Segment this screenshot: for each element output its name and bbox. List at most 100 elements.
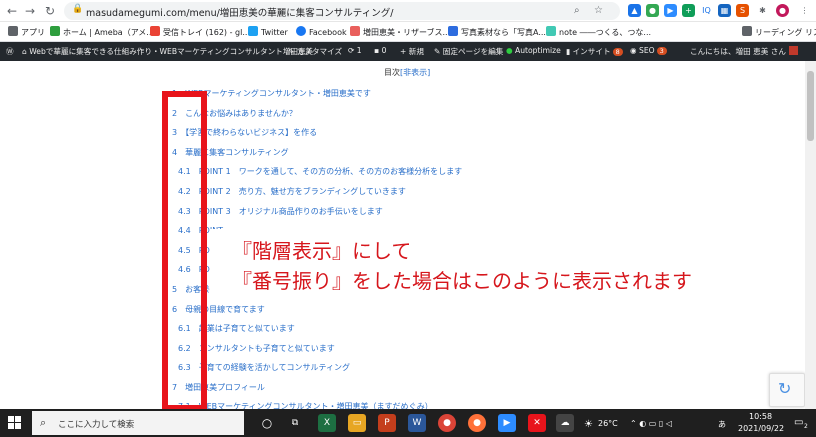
wp-seo[interactable]: ◉ SEO 3 (630, 46, 667, 55)
bookmark-note[interactable]: note ――つくる、つな... (546, 26, 651, 38)
excel-icon[interactable]: X (318, 414, 336, 432)
status-dot-icon: ● (506, 46, 516, 55)
insight-badge: 8 (612, 48, 623, 56)
wp-customize[interactable]: ✎ カスタマイズ (288, 46, 342, 57)
bookmark-star-icon[interactable]: ☆ (594, 5, 603, 16)
wp-admin-bar: Ⓦ ⌂ Webで華麗に集客できる仕組み作り・WEBマーケティングコンサルタント増… (0, 42, 816, 61)
forward-arrow-icon[interactable]: → (22, 3, 38, 19)
bookmark-gmail[interactable]: 受信トレイ (162) - gl... (150, 26, 250, 38)
comment-icon: ▪ (374, 46, 382, 55)
taskbar-search[interactable]: ⌕ ここに入力して検索 (32, 411, 244, 435)
lock-icon: 🔒 (72, 4, 84, 14)
seo-badge: 3 (656, 47, 667, 55)
apps-grid-icon (8, 26, 18, 36)
seo-icon: ◉ (630, 46, 640, 55)
file-explorer-icon[interactable]: ▭ (348, 414, 366, 432)
windows-taskbar: ⌕ ここに入力して検索 ○ ⧉ X ▭ P W ● ● ▶ ✕ ☁ ☀ 26°C… (0, 409, 816, 437)
grid-extension-icon[interactable]: ▦ (718, 4, 731, 17)
callout-line-1: 『階層表示』にして (232, 239, 412, 263)
iq-extension-icon[interactable]: IQ (700, 4, 713, 17)
wp-insight[interactable]: ▮ インサイト 8 (566, 46, 623, 57)
search-icon: ⌕ (40, 416, 47, 429)
scrollbar-thumb[interactable] (807, 71, 814, 141)
facebook-icon (296, 26, 306, 36)
updates-icon: ⟳ (348, 46, 357, 55)
profile-avatar[interactable]: ● (776, 4, 789, 17)
ime-indicator[interactable]: あ (718, 419, 726, 430)
clock-date[interactable]: 2021/09/22 (738, 424, 784, 433)
windows-start-icon[interactable] (8, 416, 22, 430)
annotation-callout: 『階層表示』にして 『番号振り』をした場合はこのように表示されます (210, 229, 750, 297)
google-drive-icon[interactable]: ▲ (628, 4, 641, 17)
back-arrow-icon[interactable]: ← (4, 3, 20, 19)
word-icon[interactable]: W (408, 414, 426, 432)
twitter-icon (248, 26, 258, 36)
toc-toggle[interactable]: [非表示] (400, 68, 430, 77)
highlight-box (162, 91, 207, 409)
bookmark-facebook[interactable]: Facebook (296, 26, 347, 37)
reload-icon[interactable]: ↻ (42, 3, 58, 19)
brush-icon: ✎ (288, 47, 297, 56)
toc-item-4-3[interactable]: 4.3 POINT 3 オリジナル商品作りのお手伝いをします (178, 206, 383, 217)
wp-updates[interactable]: ⟳ 1 (348, 46, 362, 55)
recaptcha-icon: ↻ (778, 379, 792, 398)
url-text[interactable]: masudamegumi.com/menu/増田恵美の華麗に集客コンサルティング… (86, 5, 393, 19)
toc-item-7-1[interactable]: 7.1 WEBマーケティングコンサルタント・増田恵美（ますだめぐみ） (178, 401, 433, 409)
powerpoint-icon[interactable]: P (378, 414, 396, 432)
page-scrollbar[interactable] (805, 61, 816, 409)
gmail-icon (150, 26, 160, 36)
wp-greeting[interactable]: こんにちは、増田 恵美 さん (690, 46, 798, 57)
plus-extension-icon[interactable]: + (682, 4, 695, 17)
wp-site-name[interactable]: ⌂ Webで華麗に集客できる仕組み作り・WEBマーケティングコンサルタント増田恵… (22, 46, 313, 57)
toc-item-4-2[interactable]: 4.2 POINT 2 売り方、魅せ方をブランディングしていきます (178, 186, 406, 197)
taskbar-search-placeholder: ここに入力して検索 (58, 420, 135, 430)
browser-toolbar: ← → ↻ 🔒 masudamegumi.com/menu/増田恵美の華麗に集客… (0, 0, 816, 22)
bookmark-photo-ac[interactable]: 写真素材なら「写真A... (448, 26, 546, 38)
weather-icon: ☀ (584, 419, 593, 430)
weather-temp[interactable]: 26°C (598, 419, 618, 428)
address-bar[interactable]: 🔒 masudamegumi.com/menu/増田恵美の華麗に集客コンサルティ… (64, 2, 620, 20)
bookmark-ameba[interactable]: ホーム | Ameba（アメ... (50, 26, 154, 38)
wp-comments[interactable]: ▪ 0 (374, 46, 386, 55)
bookmark-twitter[interactable]: Twitter (248, 26, 288, 37)
reserve-icon (350, 26, 360, 36)
clock-time[interactable]: 10:58 (749, 412, 772, 421)
wordpress-icon[interactable]: Ⓦ (6, 46, 14, 57)
bookmark-apps[interactable]: アプリ (8, 26, 45, 38)
zoom-app-icon[interactable]: ▶ (498, 414, 516, 432)
notification-icon[interactable]: ▭ (794, 417, 803, 428)
bookmarks-bar: アプリ ホーム | Ameba（アメ... 受信トレイ (162) - gl..… (0, 22, 816, 42)
task-view-icon[interactable]: ⧉ (286, 414, 304, 432)
ameba-icon (50, 26, 60, 36)
cortana-icon[interactable]: ○ (258, 414, 276, 432)
zoom-extension-icon[interactable]: ▶ (664, 4, 677, 17)
toc-title: 目次[非表示] (384, 68, 431, 77)
pencil-icon: ✎ (434, 47, 443, 56)
chrome-icon[interactable]: ● (438, 414, 456, 432)
firefox-icon[interactable]: ● (468, 414, 486, 432)
reading-list[interactable]: リーディング リスト (742, 26, 816, 38)
reading-list-icon (742, 26, 752, 36)
plus-icon: + (400, 47, 409, 56)
note-icon (546, 26, 556, 36)
page-content: 目次[非表示] 1 WEBマーケティングコンサルタント・増田恵美です 2 こんな… (0, 61, 805, 409)
cloud-app-icon[interactable]: ☁ (556, 414, 574, 432)
callout-line-2: 『番号振り』をした場合はこのように表示されます (232, 269, 692, 293)
wp-edit-page[interactable]: ✎ 固定ページを編集 (434, 46, 503, 57)
toc-item-4-1[interactable]: 4.1 POINT 1 ワークを通して、その方の分析、その方のお客様分析をします (178, 166, 462, 177)
bookmark-reserve[interactable]: 増田恵美・リザーブス... (350, 26, 450, 38)
s-extension-icon[interactable]: S (736, 4, 749, 17)
chart-icon: ▮ (566, 47, 573, 56)
extension-icon[interactable]: ● (646, 4, 659, 17)
photo-ac-icon (448, 26, 458, 36)
puzzle-icon[interactable]: ✱ (756, 4, 769, 17)
wp-new[interactable]: + 新規 (400, 46, 424, 57)
menu-dots-icon[interactable]: ⋮ (798, 4, 811, 17)
notification-count: 2 (804, 423, 808, 430)
app-x-icon[interactable]: ✕ (528, 414, 546, 432)
recaptcha-badge[interactable]: ↻ (769, 373, 805, 407)
wp-autoptimize[interactable]: ● Autoptimize (506, 46, 561, 55)
system-tray-icons[interactable]: ⌃ ◐ ▭ ▯ ◁ (630, 419, 672, 428)
user-avatar-icon (788, 46, 798, 55)
zoom-icon[interactable]: ⌕ (574, 5, 580, 16)
